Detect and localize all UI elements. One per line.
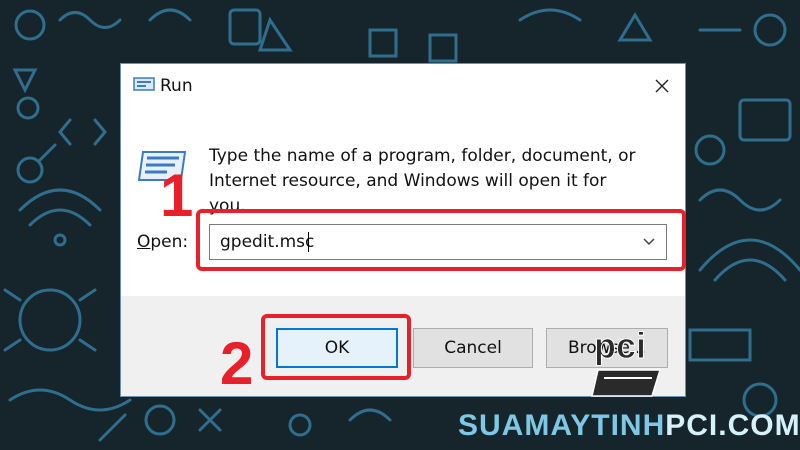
site-watermark: SUAMAYTINHPCI.COM xyxy=(458,408,800,444)
dialog-description: Type the name of a program, folder, docu… xyxy=(209,146,636,216)
step-2-label: 2 xyxy=(220,330,254,397)
highlight-ok-box xyxy=(261,314,411,380)
close-icon xyxy=(655,79,669,93)
watermark-part1: SUAMAYTINH xyxy=(458,409,666,442)
title-bar: Run xyxy=(121,64,685,108)
watermark-part2: PCI.COM xyxy=(665,409,800,442)
dialog-title: Run xyxy=(160,76,193,96)
highlight-input-box xyxy=(196,209,686,271)
run-app-icon xyxy=(133,77,155,91)
open-label: Open: xyxy=(137,232,188,252)
open-label-mnemonic: O xyxy=(137,232,151,252)
step-1-label: 1 xyxy=(160,162,194,229)
close-button[interactable] xyxy=(639,64,685,108)
cancel-button[interactable]: Cancel xyxy=(413,328,533,368)
pci-logo-text: pci xyxy=(594,325,646,366)
open-label-text: pen: xyxy=(150,232,189,252)
pci-logo: pci xyxy=(591,325,662,397)
